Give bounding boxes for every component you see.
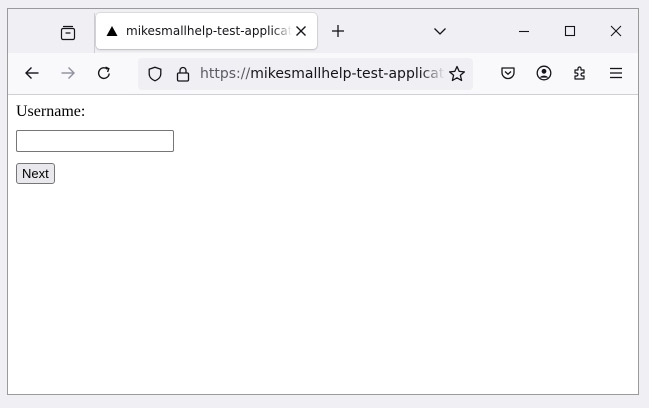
- username-input[interactable]: [16, 130, 174, 152]
- lock-icon: [176, 66, 190, 82]
- back-arrow-icon: [25, 67, 39, 79]
- pocket-button[interactable]: [496, 61, 520, 85]
- chevron-down-icon: [434, 28, 446, 35]
- bookmark-button[interactable]: [445, 62, 469, 86]
- new-tab-button[interactable]: [329, 22, 347, 40]
- tab-strip: mikesmallhelp-test-application: [8, 9, 638, 53]
- close-window-button[interactable]: [601, 17, 631, 45]
- hamburger-menu-icon: [610, 67, 622, 79]
- puzzle-icon: [574, 66, 585, 80]
- back-button[interactable]: [20, 61, 44, 85]
- url-scheme: https://: [200, 66, 251, 82]
- tab-active[interactable]: mikesmallhelp-test-application: [96, 13, 317, 49]
- firefox-view-icon: [60, 25, 76, 41]
- page-content: Username: Next: [8, 95, 638, 394]
- app-menu-button[interactable]: [604, 61, 628, 85]
- navigation-bar: https://mikesmallhelp-test-application-n: [8, 53, 638, 95]
- close-icon: [610, 25, 622, 37]
- plus-icon: [332, 25, 344, 37]
- close-icon: [296, 26, 306, 36]
- account-icon: [536, 65, 552, 81]
- browser-window: mikesmallhelp-test-application: [7, 8, 639, 395]
- tracking-protection-button[interactable]: [143, 62, 167, 86]
- tab-separator: [94, 13, 95, 53]
- reload-icon: [97, 66, 110, 80]
- forward-button[interactable]: [56, 61, 80, 85]
- username-label: Username:: [16, 103, 86, 120]
- pocket-icon: [501, 67, 515, 80]
- maximize-icon: [564, 25, 576, 37]
- url-text[interactable]: https://mikesmallhelp-test-application-n: [200, 66, 445, 82]
- reload-button[interactable]: [92, 61, 116, 85]
- tab-title: mikesmallhelp-test-application: [126, 24, 292, 38]
- maximize-button[interactable]: [555, 17, 585, 45]
- shield-icon: [148, 66, 162, 82]
- extensions-button[interactable]: [568, 61, 592, 85]
- url-host: mikesmallhelp-test-application-n: [250, 66, 445, 82]
- triangle-icon: [106, 26, 118, 36]
- minimize-icon: [519, 30, 529, 33]
- account-button[interactable]: [532, 61, 556, 85]
- list-all-tabs-button[interactable]: [432, 23, 448, 39]
- url-bar[interactable]: https://mikesmallhelp-test-application-n: [138, 58, 473, 90]
- next-button[interactable]: Next: [16, 163, 55, 184]
- site-security-button[interactable]: [171, 62, 195, 86]
- firefox-view-button[interactable]: [56, 21, 80, 45]
- minimize-button[interactable]: [509, 17, 539, 45]
- star-icon: [448, 65, 466, 82]
- forward-arrow-icon: [61, 67, 75, 79]
- tab-close-button[interactable]: [293, 23, 309, 39]
